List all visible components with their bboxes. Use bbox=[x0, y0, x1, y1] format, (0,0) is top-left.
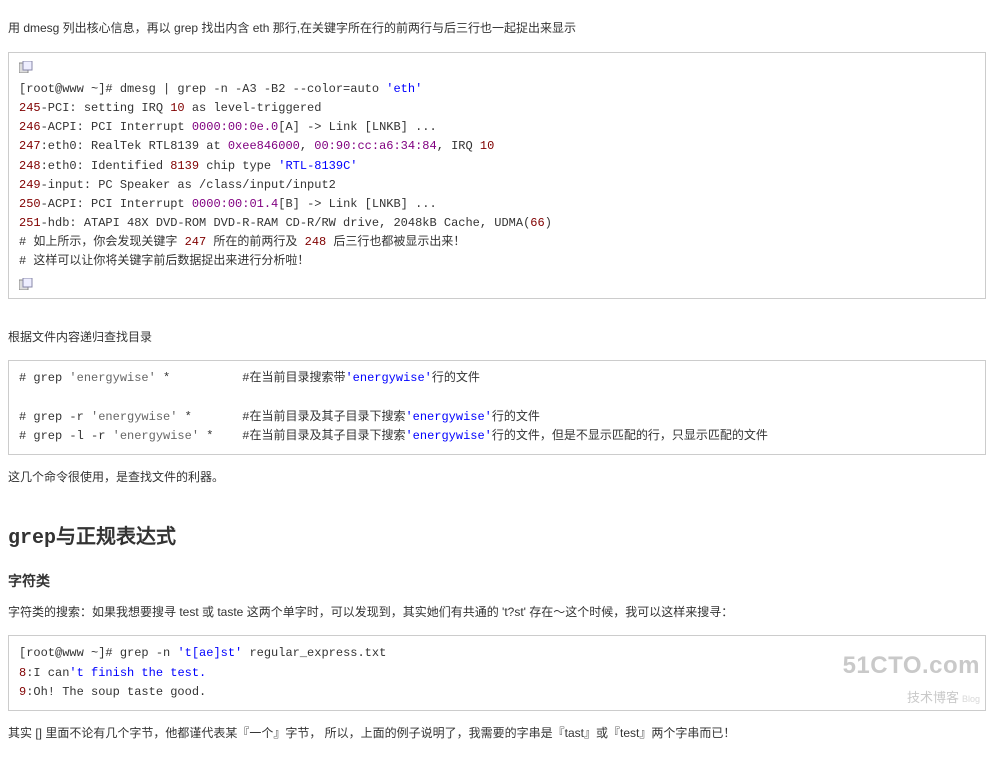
copy-icon[interactable] bbox=[19, 278, 33, 290]
intro-paragraph-1: 用 dmesg 列出核心信息，再以 grep 找出内含 eth 那行,在关键字所… bbox=[8, 18, 986, 40]
code-line: # grep -l -r 'energywise' * #在当前目录及其子目录下… bbox=[19, 427, 975, 446]
code-block-2: # grep 'energywise' * #在当前目录搜索带'energywi… bbox=[8, 360, 986, 455]
intro-paragraph-2: 根据文件内容递归查找目录 bbox=[8, 327, 986, 349]
code-line: 248:eth0: Identified 8139 chip type 'RTL… bbox=[19, 157, 975, 176]
code-comment: # 这样可以让你将关键字前后数据捉出来进行分析啦！ bbox=[19, 252, 975, 271]
code-comment: # 如上所示，你会发现关键字 247 所在的前两行及 248 后三行也都被显示出… bbox=[19, 233, 975, 252]
code-line: # grep -r 'energywise' * #在当前目录及其子目录下搜索'… bbox=[19, 408, 975, 427]
paragraph-3: 这几个命令很使用，是查找文件的利器。 bbox=[8, 467, 986, 489]
code-line: 8:I can't finish the test. bbox=[19, 664, 975, 683]
code-line bbox=[19, 388, 975, 407]
code-line: # grep 'energywise' * #在当前目录搜索带'energywi… bbox=[19, 369, 975, 388]
heading-grep-regex: grep与正规表达式 bbox=[8, 519, 986, 557]
paragraph-4: 字符类的搜索：如果我想要搜寻 test 或 taste 这两个单字时，可以发现到… bbox=[8, 602, 986, 624]
code-line: 9:Oh! The soup taste good. bbox=[19, 683, 975, 702]
copy-icon[interactable] bbox=[19, 61, 33, 73]
code-line: 245-PCI: setting IRQ 10 as level-trigger… bbox=[19, 99, 975, 118]
code-line: 250-ACPI: PCI Interrupt 0000:00:01.4[B] … bbox=[19, 195, 975, 214]
code-line: 251-hdb: ATAPI 48X DVD-ROM DVD-R-RAM CD-… bbox=[19, 214, 975, 233]
code-line: 249-input: PC Speaker as /class/input/in… bbox=[19, 176, 975, 195]
code-line: 246-ACPI: PCI Interrupt 0000:00:0e.0[A] … bbox=[19, 118, 975, 137]
code-line: 247:eth0: RealTek RTL8139 at 0xee846000,… bbox=[19, 137, 975, 156]
heading-char-class: 字符类 bbox=[8, 569, 986, 594]
code-block-1: [root@www ~]# dmesg | grep -n -A3 -B2 --… bbox=[8, 52, 986, 299]
code-line: [root@www ~]# grep -n 't[ae]st' regular_… bbox=[19, 644, 975, 663]
paragraph-5: 其实 [] 里面不论有几个字节，他都谨代表某『一个』字节， 所以，上面的例子说明… bbox=[8, 723, 986, 745]
code-block-3: [root@www ~]# grep -n 't[ae]st' regular_… bbox=[8, 635, 986, 711]
code-line: [root@www ~]# dmesg | grep -n -A3 -B2 --… bbox=[19, 80, 975, 99]
